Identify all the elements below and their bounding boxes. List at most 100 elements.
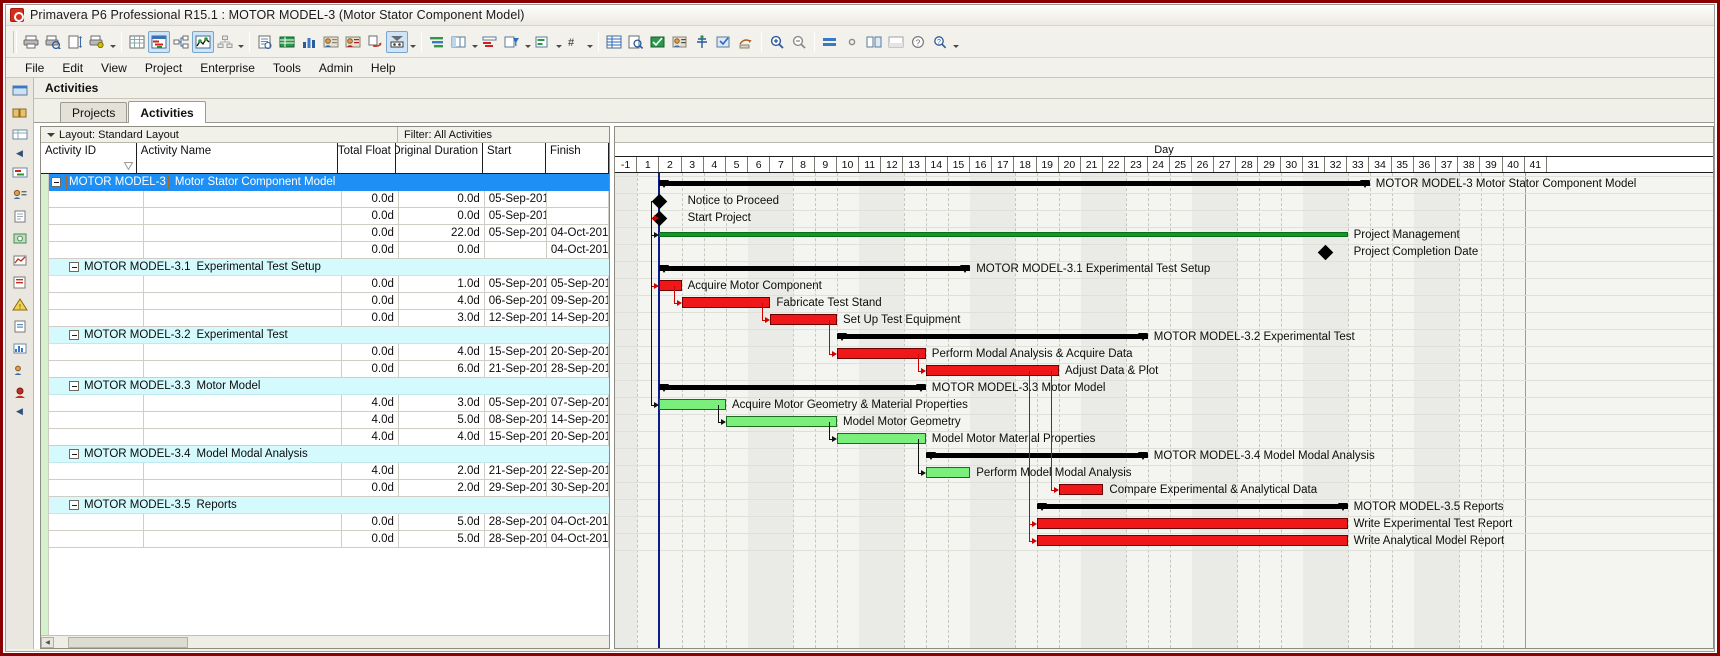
gantt-task-bar[interactable] (659, 280, 682, 291)
table-row[interactable]: 0.0d22.0d05-Sep-201604-Oct-2016 (49, 225, 609, 242)
table-row[interactable]: 0.0d2.0d29-Sep-201630-Sep-2016 (49, 480, 609, 497)
gantt-summary-bar[interactable] (659, 385, 926, 390)
activities-icon[interactable] (10, 164, 29, 181)
page-setup-icon[interactable] (64, 31, 86, 53)
expenses-icon[interactable] (10, 230, 29, 247)
risks-icon[interactable]: ! (10, 296, 29, 313)
activity-table-icon[interactable] (603, 31, 625, 53)
wp-docs-icon[interactable] (10, 208, 29, 225)
collapse-expander-icon[interactable] (69, 330, 79, 340)
collapse-left-icon[interactable]: ◀ (14, 148, 25, 159)
copy-paste-icon[interactable] (364, 31, 386, 53)
gantt-task-bar[interactable] (659, 399, 726, 410)
chevron-down-icon[interactable] (46, 130, 55, 139)
roles-icon[interactable] (10, 384, 29, 401)
gantt-task-bar[interactable] (1036, 518, 1348, 529)
wbs-icon[interactable] (10, 126, 29, 143)
gantt-task-bar[interactable] (1036, 535, 1348, 546)
help-topics-icon[interactable]: ? (907, 31, 929, 53)
table-row[interactable]: 0.0d 0.0d 04-Oct-2016 (49, 242, 609, 259)
table-row[interactable]: MOTOR MODEL-3.4 Model Modal Analysis (49, 446, 609, 463)
apply-actuals-icon[interactable] (713, 31, 735, 53)
fit-to-window-icon[interactable] (819, 31, 841, 53)
table-row[interactable]: MOTOR MODEL-3.5 Reports (49, 497, 609, 514)
timescale-icon[interactable] (479, 31, 501, 53)
filter-label[interactable]: Filter: All Activities (398, 127, 609, 142)
gantt-summary-bar[interactable] (659, 266, 971, 271)
table-row[interactable]: 0.0d5.0d28-Sep-201604-Oct-2016 (49, 531, 609, 548)
assign-resources-icon[interactable] (276, 31, 298, 53)
bars-dropdown[interactable] (554, 31, 563, 53)
gantt-summary-bar[interactable] (1036, 504, 1348, 509)
gantt-task-bar[interactable] (659, 232, 1348, 237)
gantt-summary-bar[interactable] (659, 181, 1370, 186)
print-setup-icon[interactable] (86, 31, 108, 53)
table-row[interactable]: 0.0d1.0d05-Sep-201605-Sep-2016 (49, 276, 609, 293)
assignments-icon[interactable] (10, 186, 29, 203)
trace-logic-icon[interactable] (214, 31, 236, 53)
column-header-start[interactable]: Start (483, 143, 546, 173)
menu-tools[interactable]: Tools (264, 60, 310, 76)
menu-admin[interactable]: Admin (310, 60, 362, 76)
table-row[interactable]: 0.0d4.0d06-Sep-201609-Sep-2016 (49, 293, 609, 310)
print-preview-icon[interactable] (42, 31, 64, 53)
filters-icon[interactable] (501, 31, 523, 53)
tab-projects[interactable]: Projects (60, 102, 128, 122)
bottom-layout-icon[interactable] (885, 31, 907, 53)
collapse-expander-icon[interactable] (69, 500, 79, 510)
resources-icon[interactable] (10, 362, 29, 379)
table-row[interactable]: 4.0d2.0d21-Sep-201622-Sep-2016 (49, 463, 609, 480)
issues-icon[interactable] (10, 274, 29, 291)
progress-line-icon[interactable]: # (563, 31, 585, 53)
table-row[interactable]: MOTOR MODEL-3.1 Experimental Test Setup (49, 259, 609, 276)
help-toolbar-dropdown[interactable] (951, 31, 960, 53)
table-horizontal-scrollbar[interactable]: ◀ (41, 635, 609, 648)
table-view-icon[interactable] (126, 31, 148, 53)
help-context-icon[interactable]: ? (929, 31, 951, 53)
tools-toolbar-dropdown[interactable] (408, 31, 417, 53)
table-row[interactable]: MOTOR MODEL-3.3 Motor Model (49, 378, 609, 395)
gantt-milestone[interactable] (652, 193, 668, 210)
scroll-left-icon[interactable]: ◀ (41, 636, 54, 648)
gantt-task-bar[interactable] (925, 365, 1059, 376)
bars-icon[interactable] (532, 31, 554, 53)
thresholds-icon[interactable] (10, 252, 29, 269)
gantt-canvas[interactable]: MOTOR MODEL-3 Motor Stator Component Mod… (615, 173, 1713, 648)
toolbar-grip[interactable] (13, 30, 17, 53)
schedule-icon[interactable] (669, 31, 691, 53)
collapse-expander-icon[interactable] (69, 381, 79, 391)
resource-assignments-icon[interactable] (342, 31, 364, 53)
layout-selector[interactable]: Layout: Standard Layout (41, 127, 398, 142)
table-row[interactable]: 0.0d6.0d21-Sep-201628-Sep-2016 (49, 361, 609, 378)
column-header-total_float[interactable]: Total Float (338, 143, 396, 173)
gantt-task-bar[interactable] (837, 348, 926, 359)
column-header-finish[interactable]: Finish (546, 143, 609, 173)
gantt-task-bar[interactable] (925, 467, 971, 478)
home-icon[interactable] (10, 82, 29, 99)
menu-project[interactable]: Project (136, 60, 191, 76)
table-row[interactable]: 0.0d4.0d15-Sep-201620-Sep-2016 (49, 344, 609, 361)
table-row[interactable]: 4.0d3.0d05-Sep-201607-Sep-2016 (49, 395, 609, 412)
attachment-icon[interactable] (841, 31, 863, 53)
column-header-original_duration[interactable]: Original Duration (396, 143, 483, 173)
gantt-task-bar[interactable] (681, 297, 771, 308)
column-header-activity_name[interactable]: Activity Name (137, 143, 338, 173)
progress-line-dropdown[interactable] (585, 31, 594, 53)
group-and-sort-icon[interactable] (426, 31, 448, 53)
table-row[interactable]: 4.0d4.0d15-Sep-201620-Sep-2016 (49, 429, 609, 446)
gantt-chart-icon[interactable] (148, 30, 170, 53)
menu-edit[interactable]: Edit (53, 60, 92, 76)
gantt-summary-bar[interactable] (925, 453, 1148, 458)
zoom-out-icon[interactable] (788, 31, 810, 53)
collapse-expander-icon[interactable] (69, 449, 79, 459)
level-resources-icon[interactable] (691, 31, 713, 53)
gantt-task-bar[interactable] (837, 433, 926, 444)
assign-roles-icon[interactable] (320, 31, 342, 53)
tab-activities[interactable]: Activities (128, 101, 206, 123)
store-period-icon[interactable] (735, 31, 757, 53)
gantt-summary-bar[interactable] (837, 334, 1148, 339)
views-toolbar-dropdown[interactable] (236, 31, 245, 53)
table-row[interactable]: 0.0d0.0d05-Sep-2016 (49, 191, 609, 208)
column-header-activity_id[interactable]: Activity ID (41, 143, 137, 173)
gantt-task-bar[interactable] (726, 416, 837, 427)
